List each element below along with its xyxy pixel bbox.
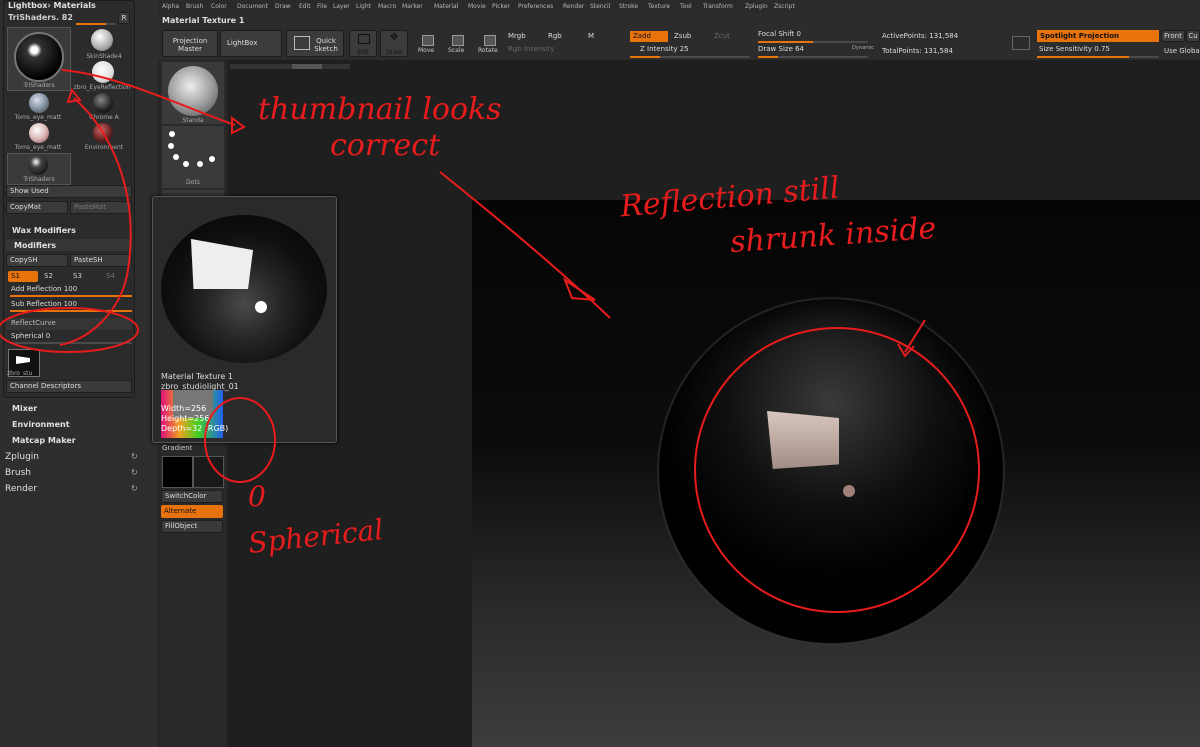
arrow-line-thumb (61, 69, 236, 126)
circle-spherical (0, 307, 139, 353)
circle-reflection (694, 327, 980, 613)
annotation-zero: 0 (248, 480, 266, 513)
annotation-correct: correct (330, 128, 441, 163)
arrowhead (562, 277, 596, 301)
annotation-thumbnail: thumbnail looks (258, 92, 502, 127)
arrow-shrink (904, 319, 926, 353)
arrowhead (66, 87, 82, 104)
arrow-line-reflection (439, 171, 611, 319)
circle-zero (204, 397, 276, 483)
annotation-overlay (0, 69, 980, 613)
